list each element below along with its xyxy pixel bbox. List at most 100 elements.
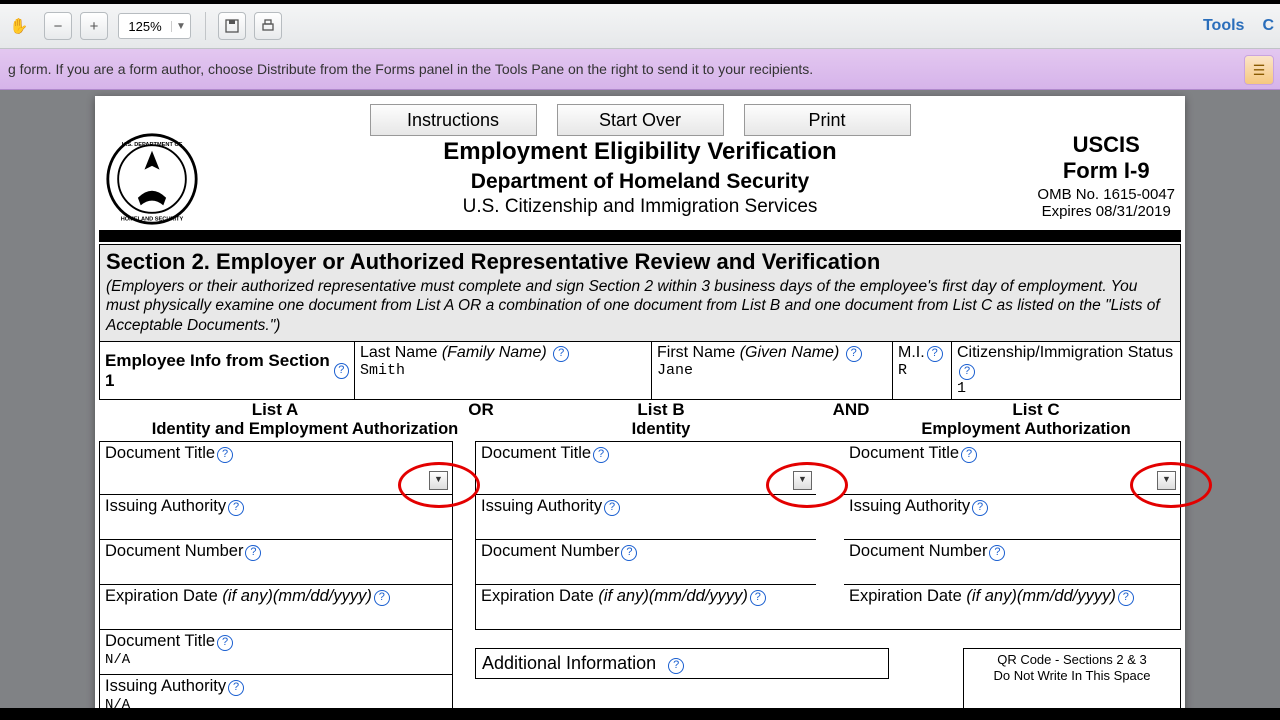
list-b-doctitle-dropdown[interactable]: ▼ — [793, 471, 812, 490]
additional-info-label: Additional Information — [482, 653, 656, 673]
doc-title-label: Document Title — [105, 444, 215, 462]
exp-date-label: Expiration Date — [849, 587, 966, 605]
first-name-sub: (Given Name) — [740, 344, 840, 361]
dhs-seal-icon: U.S. DEPARTMENT OF HOMELAND SECURITY — [105, 132, 199, 226]
first-name-label: First Name — [657, 344, 735, 361]
help-icon[interactable]: ? — [961, 447, 977, 463]
or-label: OR — [451, 400, 511, 420]
list-a-doctitle-dropdown[interactable]: ▼ — [429, 471, 448, 490]
pdf-toolbar: ✋ − + ▼ Tools C — [0, 4, 1280, 49]
list-b-header: List B — [511, 400, 811, 420]
and-label: AND — [811, 400, 891, 420]
last-name-label: Last Name — [360, 344, 437, 361]
highlight-fields-button[interactable]: ☰ — [1244, 55, 1274, 85]
omb-number: OMB No. 1615-0047 — [1037, 186, 1175, 203]
help-icon[interactable]: ? — [972, 500, 988, 516]
list-a-column-2: Document Title?N/A Issuing Authority?N/A — [99, 630, 453, 718]
na-value: N/A — [105, 652, 447, 668]
help-icon[interactable]: ? — [245, 545, 261, 561]
help-icon[interactable]: ? — [553, 346, 569, 362]
doc-number-label: Document Number — [849, 542, 987, 560]
issuing-auth-label: Issuing Authority — [105, 497, 226, 515]
form-page: Instructions Start Over Print U.S. DEPAR… — [95, 96, 1185, 718]
zoom-dropdown-icon[interactable]: ▼ — [171, 21, 190, 32]
doc-title-label: Document Title — [849, 444, 959, 462]
expiry-date: Expires 08/31/2019 — [1037, 203, 1175, 220]
help-icon[interactable]: ? — [959, 364, 975, 380]
emp-info-label: Employee Info from Section 1 — [105, 351, 332, 391]
print-icon[interactable] — [254, 12, 282, 40]
notice-text: g form. If you are a form author, choose… — [8, 61, 813, 77]
qr-line2: Do Not Write In This Space — [972, 668, 1172, 684]
svg-text:HOMELAND SECURITY: HOMELAND SECURITY — [121, 216, 184, 222]
exp-date-sub: (if any)(mm/dd/yyyy) — [598, 587, 747, 605]
save-icon[interactable] — [218, 12, 246, 40]
zoom-level[interactable]: ▼ — [118, 13, 191, 39]
start-over-button[interactable]: Start Over — [557, 104, 724, 136]
tools-link[interactable]: Tools — [1203, 17, 1244, 35]
help-icon[interactable]: ? — [228, 500, 244, 516]
svg-text:U.S. DEPARTMENT OF: U.S. DEPARTMENT OF — [122, 142, 183, 148]
exp-date-label: Expiration Date — [481, 587, 598, 605]
help-icon[interactable]: ? — [217, 447, 233, 463]
help-icon[interactable]: ? — [621, 545, 637, 561]
list-b-sub: Identity — [511, 420, 811, 439]
section-2-title: Section 2. Employer or Authorized Repres… — [106, 249, 1174, 275]
section-2-desc: (Employers or their authorized represent… — [106, 277, 1174, 335]
citizenship-label: Citizenship/Immigration Status — [957, 344, 1173, 361]
issuing-auth-label: Issuing Authority — [105, 677, 226, 695]
last-name-value: Smith — [360, 362, 646, 379]
mi-value: R — [898, 362, 946, 379]
zoom-out-button[interactable]: − — [44, 12, 72, 40]
list-c-sub: Employment Authorization — [811, 420, 1181, 439]
separator — [205, 12, 206, 40]
exp-date-sub: (if any)(mm/dd/yyyy) — [222, 587, 371, 605]
help-icon[interactable]: ? — [604, 500, 620, 516]
form-title: Employment Eligibility Verification — [115, 138, 1165, 166]
citizenship-value: 1 — [957, 380, 1175, 397]
doc-title-label: Document Title — [481, 444, 591, 462]
hand-tool-icon[interactable]: ✋ — [6, 13, 32, 39]
issuing-auth-label: Issuing Authority — [481, 497, 602, 515]
first-name-value: Jane — [657, 362, 887, 379]
qr-line1: QR Code - Sections 2 & 3 — [972, 652, 1172, 668]
exp-date-sub: (if any)(mm/dd/yyyy) — [966, 587, 1115, 605]
help-icon[interactable]: ? — [846, 346, 862, 362]
form-notice-bar: g form. If you are a form author, choose… — [0, 49, 1280, 90]
list-c-column: Document Title? ▼ Issuing Authority? Doc… — [844, 441, 1181, 630]
help-icon[interactable]: ? — [228, 680, 244, 696]
list-a-column: Document Title? ▼ Issuing Authority? Doc… — [99, 441, 453, 630]
list-c-doctitle-dropdown[interactable]: ▼ — [1157, 471, 1176, 490]
doc-number-label: Document Number — [481, 542, 619, 560]
doc-title-label: Document Title — [105, 632, 215, 650]
help-icon[interactable]: ? — [1118, 590, 1134, 606]
doc-number-label: Document Number — [105, 542, 243, 560]
help-icon[interactable]: ? — [593, 447, 609, 463]
toolbar-link[interactable]: C — [1262, 17, 1274, 35]
help-icon[interactable]: ? — [989, 545, 1005, 561]
form-number: Form I-9 — [1037, 158, 1175, 184]
zoom-input[interactable] — [119, 18, 171, 35]
additional-info-box[interactable]: Additional Information ? — [475, 648, 889, 679]
help-icon[interactable]: ? — [217, 635, 233, 651]
uscis-label: USCIS — [1037, 132, 1175, 158]
help-icon[interactable]: ? — [374, 590, 390, 606]
form-id-block: USCIS Form I-9 OMB No. 1615-0047 Expires… — [1037, 132, 1175, 220]
last-name-sub: (Family Name) — [442, 344, 547, 361]
list-b-column: Document Title? ▼ Issuing Authority? Doc… — [475, 441, 816, 630]
list-a-sub: Identity and Employment Authorization — [99, 420, 511, 439]
help-icon[interactable]: ? — [668, 658, 684, 674]
exp-date-label: Expiration Date — [105, 587, 222, 605]
print-button[interactable]: Print — [744, 104, 911, 136]
instructions-button[interactable]: Instructions — [370, 104, 537, 136]
zoom-in-button[interactable]: + — [80, 12, 108, 40]
help-icon[interactable]: ? — [927, 346, 943, 362]
help-icon[interactable]: ? — [750, 590, 766, 606]
mi-label: M.I. — [898, 344, 925, 361]
list-c-header: List C — [891, 400, 1181, 420]
issuing-auth-label: Issuing Authority — [849, 497, 970, 515]
help-icon[interactable]: ? — [334, 363, 349, 379]
divider-bar — [99, 230, 1181, 242]
agency-name: U.S. Citizenship and Immigration Service… — [115, 196, 1165, 218]
department-name: Department of Homeland Security — [115, 170, 1165, 194]
